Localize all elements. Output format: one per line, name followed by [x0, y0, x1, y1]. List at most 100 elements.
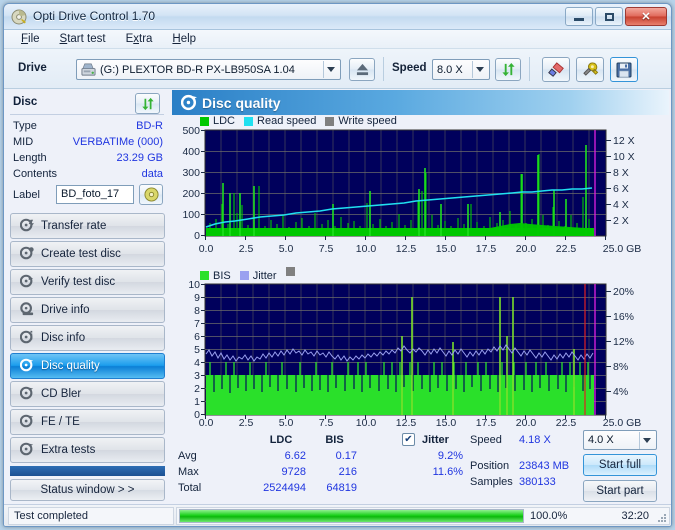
svg-text:5.0: 5.0 [279, 417, 294, 427]
legend-label-write-speed: Write speed [338, 115, 397, 127]
sidebar-item-verify-test-disc[interactable]: Verify test disc [10, 269, 165, 295]
menu-file[interactable]: File [12, 31, 49, 47]
chevron-down-icon [639, 431, 654, 449]
sidebar-item-cd-bler[interactable]: CD Bler [10, 381, 165, 407]
refresh-icon [501, 62, 515, 77]
svg-text:7.5: 7.5 [319, 417, 334, 427]
erase-button[interactable] [542, 57, 570, 82]
disc-write-icon [19, 246, 34, 263]
svg-text:300: 300 [182, 167, 200, 179]
disc-refresh-button[interactable] [135, 93, 160, 114]
panel-header: Disc quality [172, 90, 669, 115]
svg-text:17.5: 17.5 [476, 243, 497, 255]
tools-icon [582, 62, 598, 76]
svg-text:7.5: 7.5 [319, 243, 334, 255]
disc-quality-icon [19, 358, 34, 375]
readout-speed-value: 4.18 X [519, 434, 551, 446]
disc-verify-icon [19, 274, 34, 291]
svg-text:6: 6 [194, 331, 200, 343]
menu-extra[interactable]: Extra [117, 31, 162, 47]
chart1-legend: LDC Read speed Write speed [200, 115, 397, 127]
svg-text:25.0 GB: 25.0 GB [603, 243, 642, 255]
drive-icon [20, 301, 34, 319]
sidebar-label: Verify test disc [41, 276, 116, 288]
panel-title: Disc quality [202, 94, 281, 111]
menu-start-test[interactable]: Start test [51, 31, 115, 47]
svg-text:25.0 GB: 25.0 GB [603, 417, 642, 427]
disc-row-length: Length 23.29 GB [13, 152, 163, 167]
svg-text:20.0: 20.0 [516, 243, 537, 255]
svg-text:10 X: 10 X [613, 151, 635, 163]
svg-text:2 X: 2 X [613, 215, 629, 227]
svg-text:10.0: 10.0 [356, 417, 377, 427]
sidebar-item-disc-quality[interactable]: Disc quality [10, 353, 165, 379]
jitter-checkbox[interactable]: ✔ [402, 433, 415, 446]
menu-help-label: H [172, 33, 181, 45]
svg-text:100: 100 [182, 209, 200, 221]
refresh-button[interactable] [495, 58, 521, 81]
svg-text:17.5: 17.5 [476, 417, 497, 427]
title-bar: Opti Drive Control 1.70 ✕ [4, 4, 671, 30]
status-window-button[interactable]: Status window > > [10, 479, 165, 501]
disc-label-input[interactable]: BD_foto_17 [56, 185, 134, 204]
eject-button[interactable] [349, 58, 375, 81]
svg-text:200: 200 [182, 188, 200, 200]
sidebar-label: Disc quality [41, 360, 100, 372]
readout-position-value: 23843 MB [519, 460, 570, 472]
speed-value: 8.0 X [437, 63, 463, 76]
disc-quality-icon [181, 94, 197, 111]
disc-row-mid: MID VERBATIMe (000) [13, 136, 163, 151]
minimize-icon [574, 18, 584, 21]
disc-label-button[interactable] [139, 184, 163, 205]
stats-avg-ldc: 6.62 [284, 450, 306, 462]
legend-label-ldc: LDC [213, 115, 236, 127]
toolbar-separator-2 [529, 57, 530, 81]
stats-max-ldc: 9728 [281, 466, 306, 478]
start-full-button[interactable]: Start full [583, 454, 657, 476]
window-buttons: ✕ [565, 7, 667, 26]
drive-label: Drive [18, 62, 47, 74]
stats-col-jitter: Jitter [422, 434, 449, 446]
progress-fill [180, 510, 523, 522]
disc-quality-ldc-chart: 500400 300200 1000 12 X10 X 8 X6 X 4 X2 … [182, 127, 642, 255]
sidebar-item-drive-info[interactable]: Drive info [10, 297, 165, 323]
stats-max-bis: 216 [338, 466, 357, 478]
sidebar-item-disc-info[interactable]: Disc info [10, 325, 165, 351]
sidebar-label: CD Bler [41, 388, 82, 400]
close-button[interactable]: ✕ [625, 7, 667, 26]
disc-info-icon [19, 330, 34, 347]
test-speed-select[interactable]: 4.0 X [583, 430, 657, 450]
resize-grip-icon[interactable] [656, 512, 668, 524]
sidebar-label: FE / TE [41, 416, 80, 428]
sidebar-label: Extra tests [41, 444, 96, 456]
svg-text:400: 400 [182, 146, 200, 158]
svg-text:6 X: 6 X [613, 183, 629, 195]
svg-text:0: 0 [194, 230, 200, 242]
sidebar-item-create-test-disc[interactable]: Create test disc [10, 241, 165, 267]
minimize-button[interactable] [565, 7, 593, 26]
speed-select[interactable]: 8.0 X [432, 59, 490, 80]
refresh-icon [141, 97, 154, 110]
svg-text:0.0: 0.0 [199, 417, 214, 427]
svg-text:5: 5 [194, 344, 200, 356]
start-part-button[interactable]: Start part [583, 480, 657, 502]
svg-text:1: 1 [194, 396, 200, 408]
close-icon: ✕ [641, 11, 651, 23]
erase-icon [547, 62, 564, 77]
status-bar: Test completed 100.0% 32:20 [4, 504, 671, 526]
sidebar-item-extra-tests[interactable]: Extra tests [10, 437, 165, 463]
save-button[interactable] [610, 57, 638, 82]
tools-button[interactable] [576, 57, 604, 82]
sidebar-item-fe-te[interactable]: FE / TE [10, 409, 165, 435]
svg-text:4: 4 [194, 357, 200, 369]
sidebar-item-transfer-rate[interactable]: Transfer rate [10, 213, 165, 239]
drive-select[interactable]: (G:) PLEXTOR BD-R PX-LB950SA 1.04 [76, 59, 341, 80]
maximize-button[interactable] [595, 7, 623, 26]
stats-total-ldc: 2524494 [263, 482, 306, 494]
sidebar-label: Drive info [41, 304, 90, 316]
svg-text:15.0: 15.0 [436, 243, 457, 255]
disc-mid-key: MID [13, 136, 34, 148]
toolbar-separator-1 [383, 57, 384, 81]
status-message: Test completed [14, 510, 88, 522]
menu-help[interactable]: Help [163, 31, 205, 47]
